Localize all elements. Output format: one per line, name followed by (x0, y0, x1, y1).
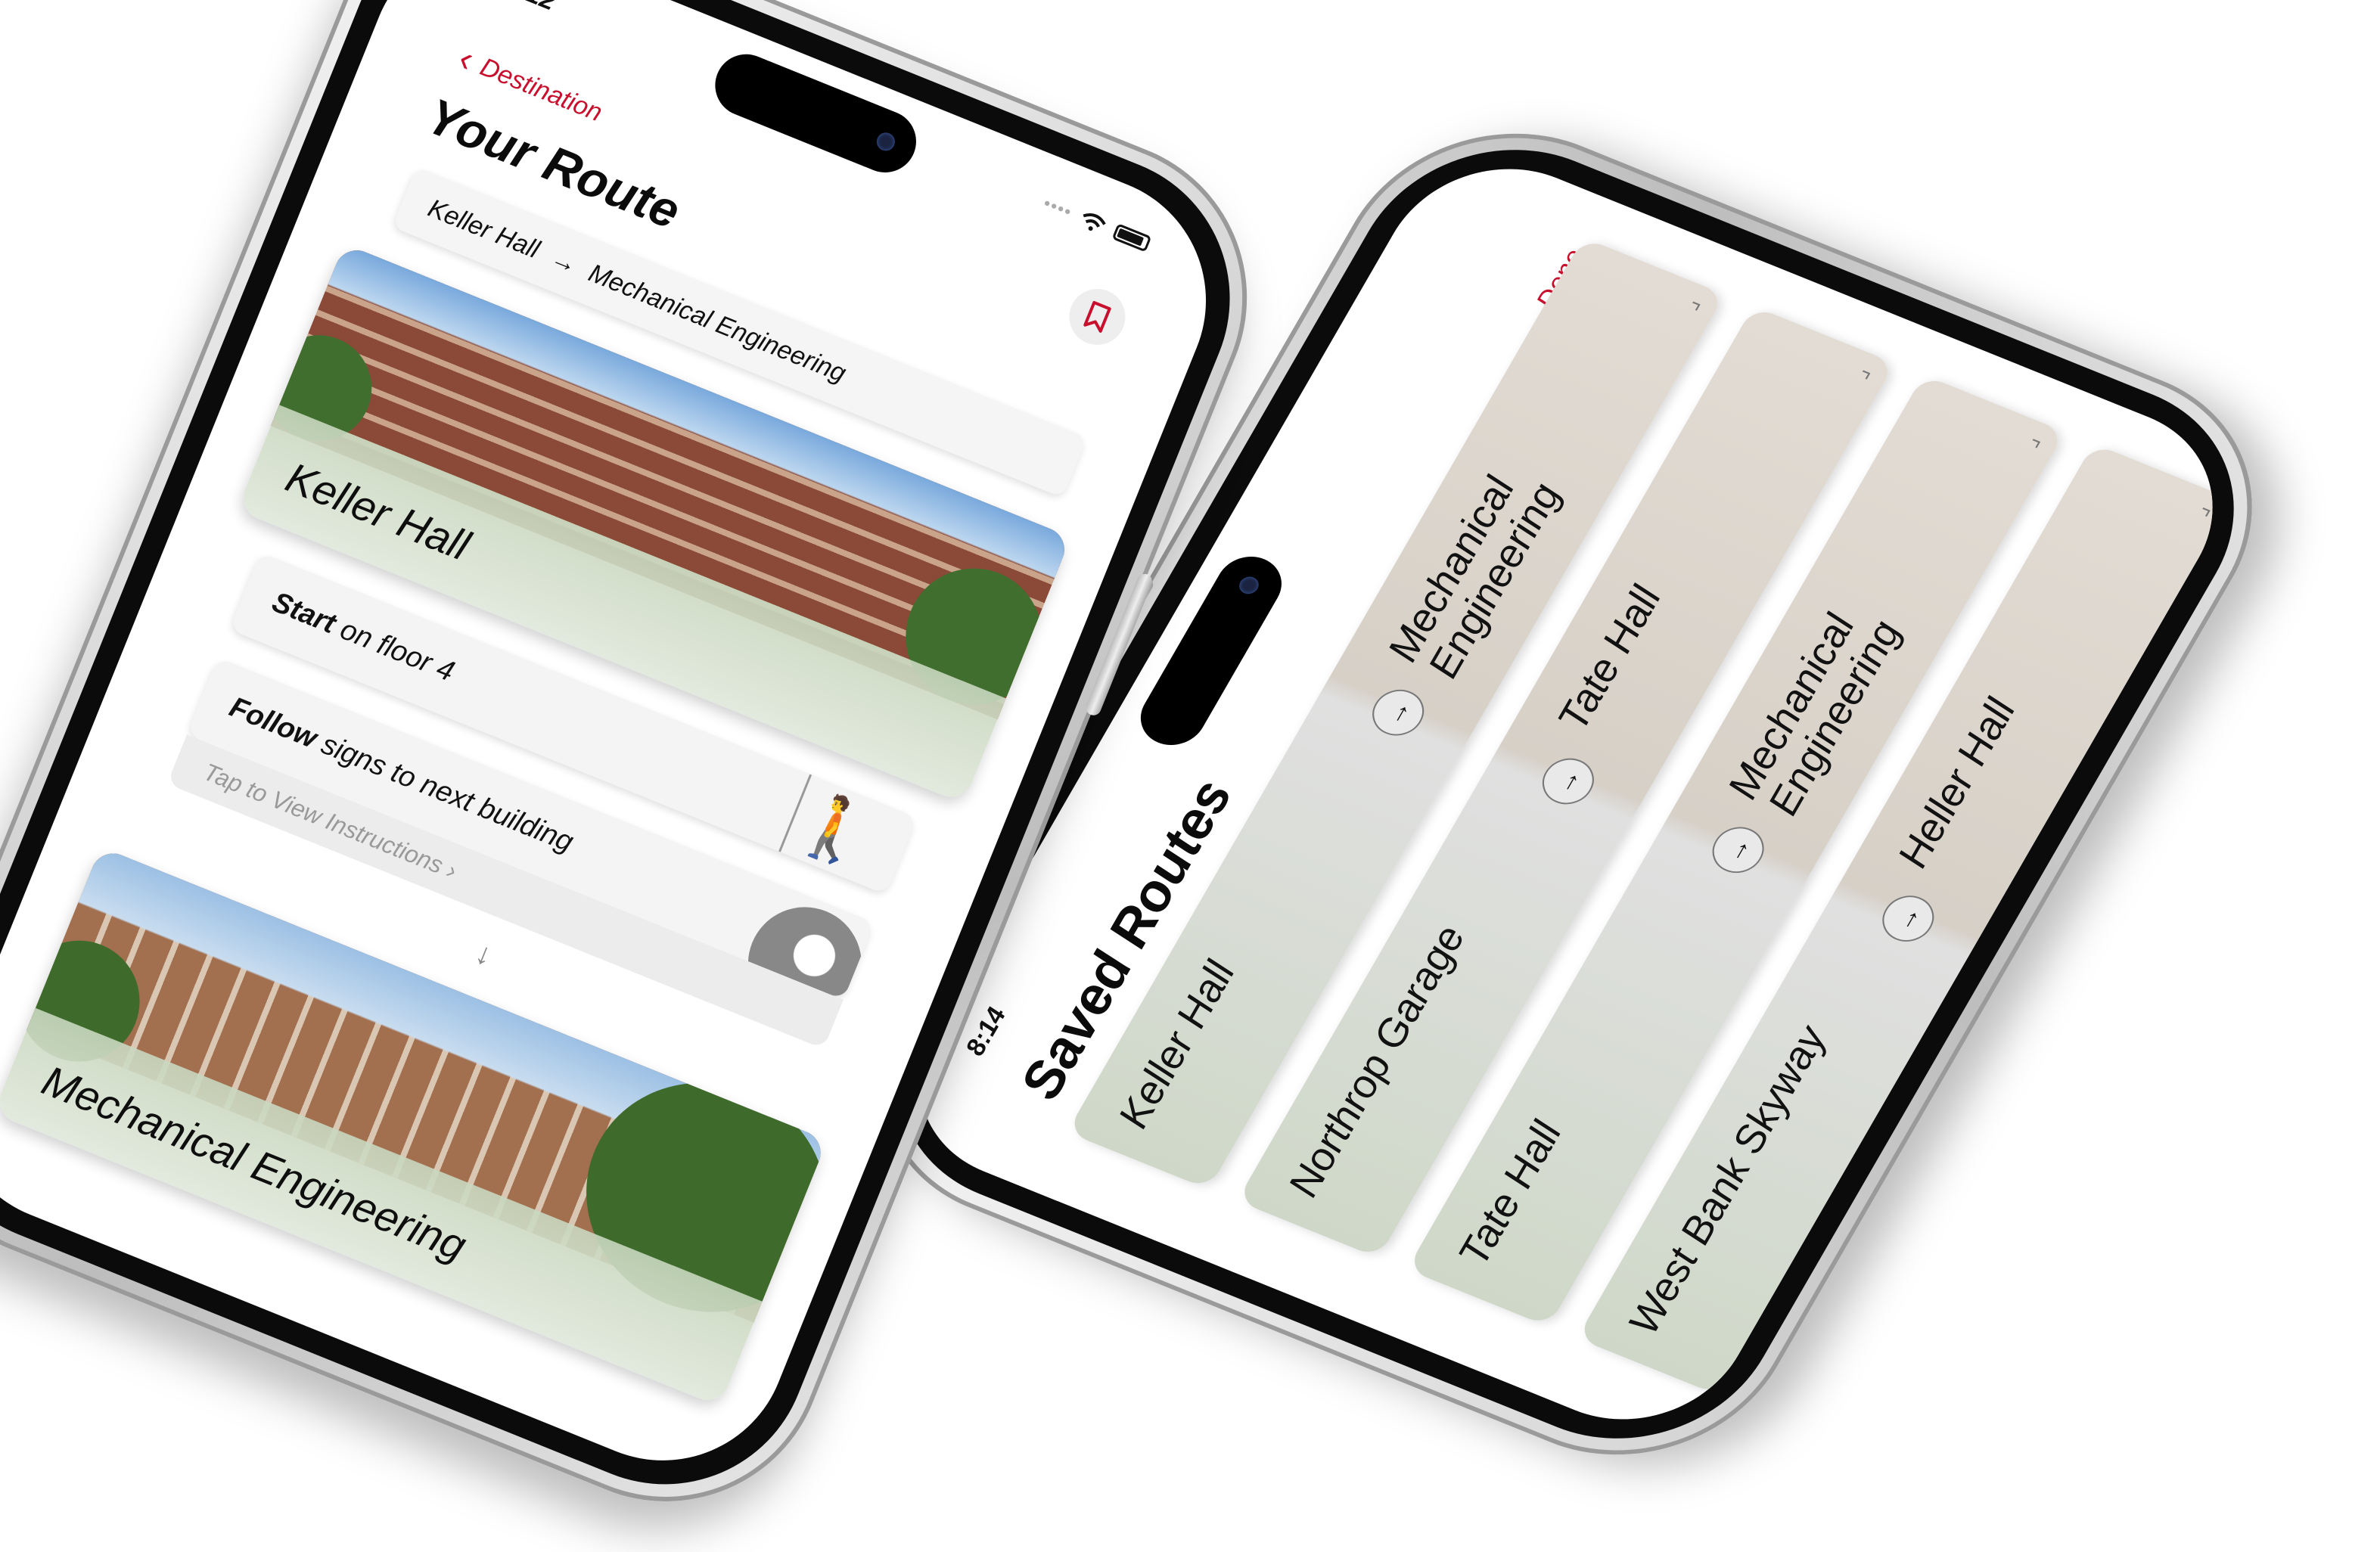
corner-icon: ⌟ (2186, 501, 2215, 520)
corner-icon: ⌟ (1676, 294, 1705, 314)
battery-icon (1111, 223, 1152, 253)
wifi-icon (1083, 213, 1106, 231)
bookmark-button[interactable] (1061, 280, 1134, 354)
arrow-right-icon: → (1533, 751, 1603, 812)
step-verb: Start (267, 585, 340, 641)
route-screen-content: 8:12 •••• ‹ (0, 0, 1244, 1498)
walking-person-icon: 🚶 (778, 774, 890, 883)
corner-icon: ⌟ (1846, 363, 1875, 383)
arrow-down-icon: ↓ (471, 936, 498, 973)
dynamic-island (1129, 547, 1294, 755)
corner-icon: ⌟ (2016, 432, 2045, 451)
saved-routes-list: Keller Hall → Mechanical Engineering ⌟ N… (1067, 237, 2255, 1454)
screen: 8:12 •••• ‹ (0, 0, 1244, 1498)
arrow-right-icon: → (2043, 957, 2113, 1018)
arrow-right-icon: → (1873, 888, 1943, 949)
step-verb: Follow (225, 691, 322, 755)
chevron-left-icon: ‹ (453, 38, 480, 80)
arrow-right-icon: → (1703, 819, 1773, 880)
marketing-stage: 8:14 Saved Routes Done Keller Hall → Mec… (0, 0, 2380, 1550)
step-detail: on floor 4 (328, 610, 459, 688)
camera-icon (874, 129, 898, 154)
camera-icon (1235, 573, 1263, 597)
status-icons: •••• (1040, 194, 1152, 254)
status-time: 8:12 (501, 0, 560, 17)
route-from: Keller Hall (424, 193, 544, 264)
step-text: Start on floor 4 (267, 585, 459, 689)
arrow-right-icon: → (546, 243, 582, 280)
arrow-right-icon: → (1363, 682, 1434, 743)
dynamic-island (706, 45, 926, 182)
signal-dots-icon: •••• (1040, 193, 1076, 222)
bookmark-icon (1083, 300, 1111, 333)
